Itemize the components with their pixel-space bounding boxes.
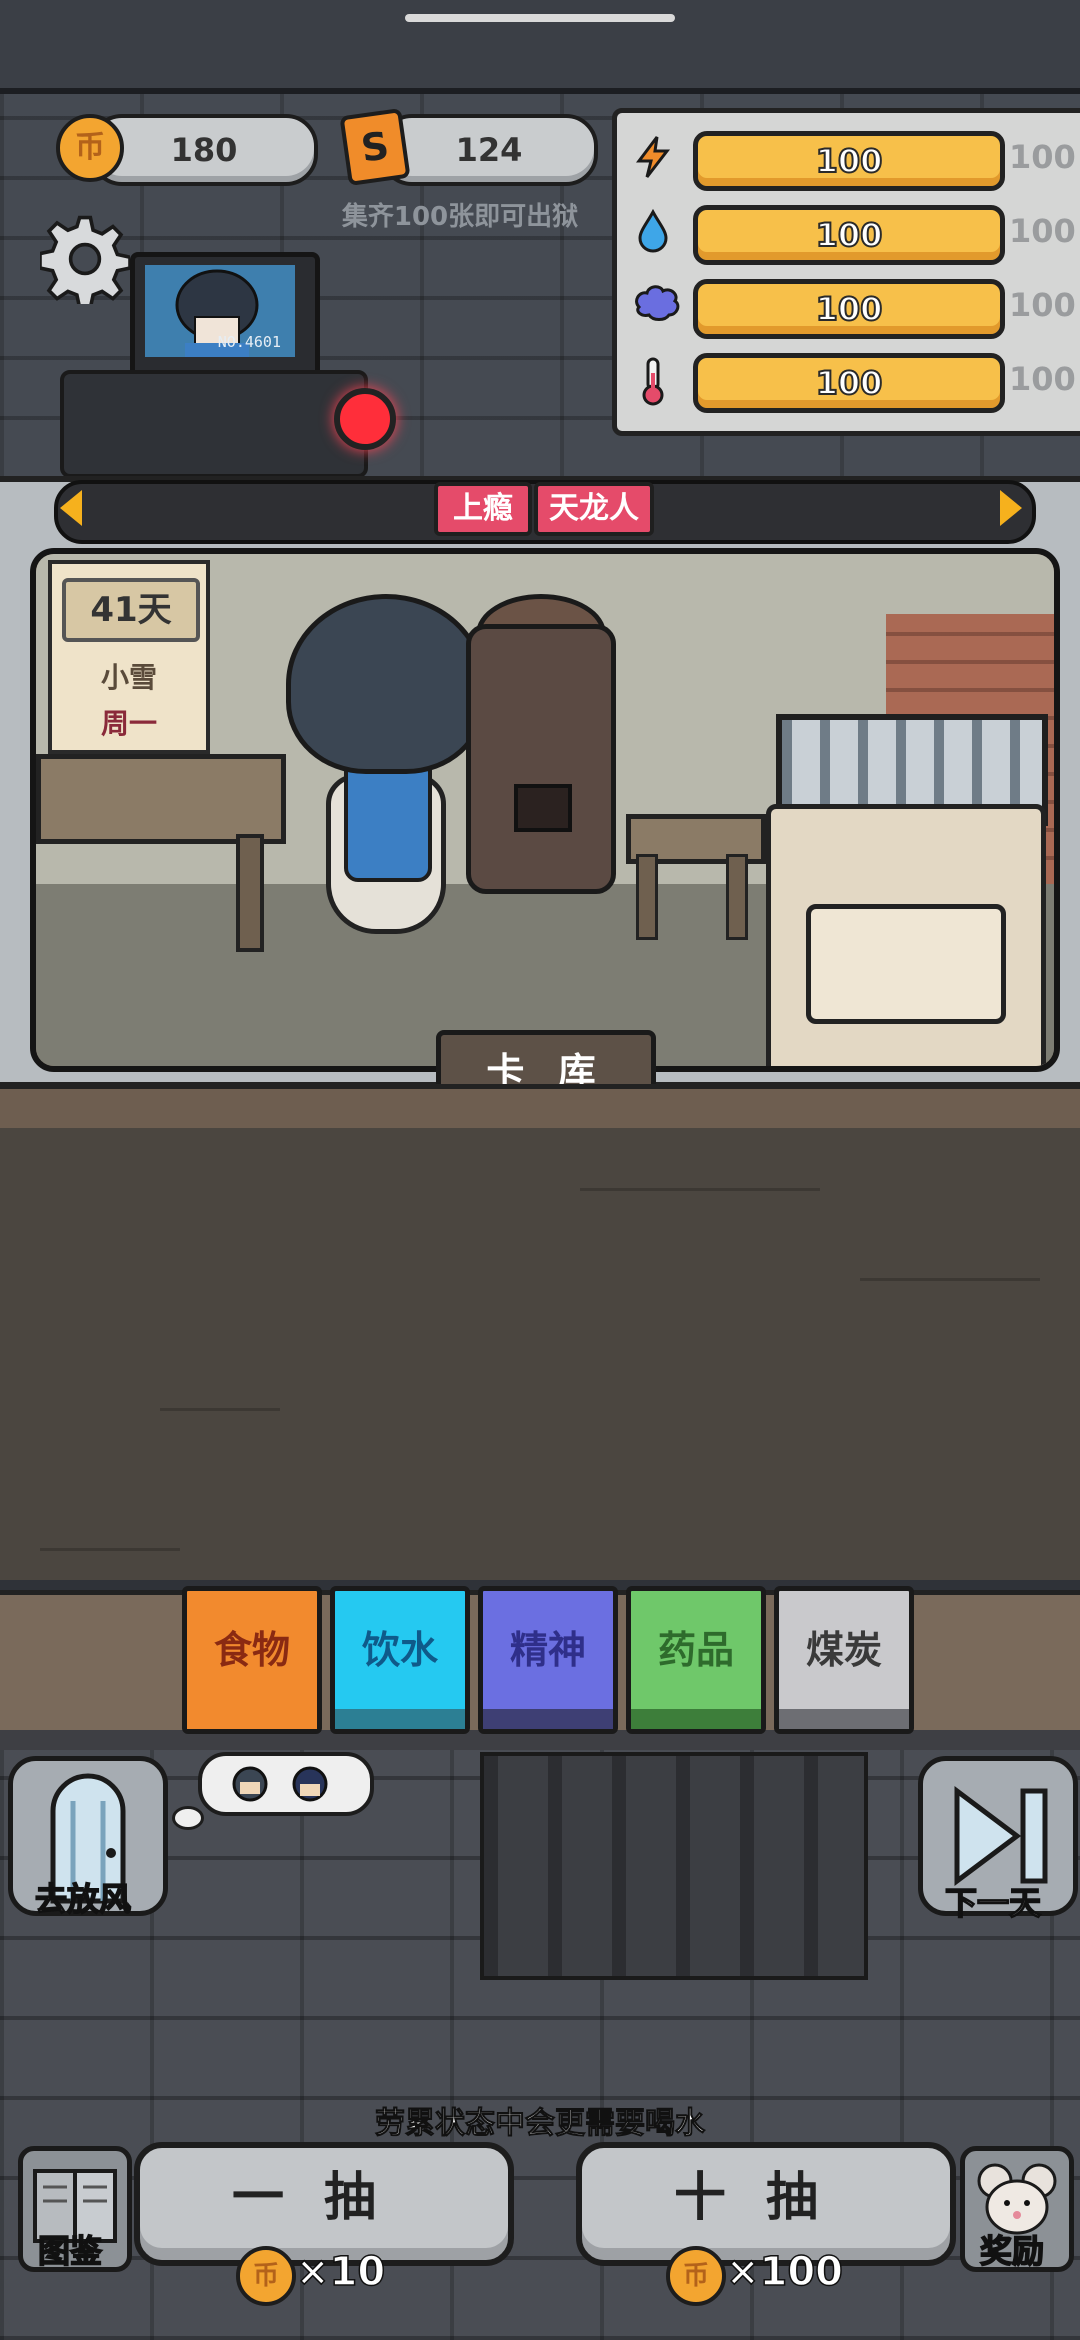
thought-bubble xyxy=(198,1752,374,1816)
water-value: 100 xyxy=(815,215,884,255)
category-label: 药品 xyxy=(657,1628,734,1672)
go-out-label: 去放风 xyxy=(34,1879,132,1919)
water-bar: 100 xyxy=(693,205,1005,265)
water-max: 100 xyxy=(1009,212,1076,250)
floor-grate xyxy=(480,1752,868,1980)
card-count-icon: S xyxy=(339,108,411,186)
collect-hint: 集齐100张即可出狱 xyxy=(341,202,579,232)
brain-icon xyxy=(631,283,680,327)
temperature-bar: 100 xyxy=(693,353,1005,413)
coin-value: 180 xyxy=(170,131,238,169)
category-label: 饮水 xyxy=(361,1628,438,1672)
energy-value: 100 xyxy=(815,141,884,181)
wood-grain xyxy=(860,1278,1040,1281)
category-tab-water[interactable]: 饮水 xyxy=(330,1586,470,1734)
calendar: 41天 小雪 周一 xyxy=(48,560,210,754)
coin-icon: 币 xyxy=(56,114,124,182)
stat-row-mind: 100 100 xyxy=(617,275,1080,339)
draw-ten-cost: ×100 xyxy=(725,2248,844,2296)
card-storage-area xyxy=(0,1128,1080,1580)
energy-bar: 100 xyxy=(693,131,1005,191)
prisoner-id: NO.4601 xyxy=(217,333,281,351)
card-value: 124 xyxy=(455,131,523,169)
stool-leg xyxy=(726,854,748,940)
day-count: 41天 xyxy=(90,590,172,630)
prison-cell-scene: 41天 小雪 周一 xyxy=(30,548,1060,1072)
wood-grain xyxy=(40,1548,180,1551)
draw-one-cost: ×10 xyxy=(295,2248,386,2296)
wood-grain xyxy=(160,1408,280,1411)
mind-max: 100 xyxy=(1009,286,1076,324)
category-shelf xyxy=(779,1709,909,1729)
mind-bar: 100 xyxy=(693,279,1005,339)
energy-max: 100 xyxy=(1009,138,1076,176)
coal-stove[interactable] xyxy=(466,624,616,894)
wooden-table xyxy=(36,754,286,844)
mind-value: 100 xyxy=(815,289,884,329)
next-arrow-icon[interactable] xyxy=(1000,490,1022,526)
next-day-label: 下一天 xyxy=(944,1883,1042,1923)
stat-row-energy: 100 100 xyxy=(617,127,1080,191)
coin-counter: 180 xyxy=(90,114,318,186)
catalog-label: 图鉴 xyxy=(37,2231,103,2271)
water-icon xyxy=(631,208,675,253)
stove-firebox xyxy=(514,784,572,832)
temperature-max: 100 xyxy=(1009,360,1076,398)
monitor: NO.4601 xyxy=(130,252,320,380)
coin-icon: 币 xyxy=(666,2246,726,2306)
status-tag-celestial[interactable]: 天龙人 xyxy=(534,482,654,536)
stats-panel: 100 100 100 100 100 100 100 100 xyxy=(612,108,1080,436)
gear-icon[interactable] xyxy=(40,214,130,304)
category-shelf xyxy=(631,1709,761,1729)
weekday-label: 周一 xyxy=(100,707,157,740)
stat-row-temperature: 100 100 xyxy=(617,349,1080,413)
category-label: 食物 xyxy=(213,1628,290,1672)
category-shelf xyxy=(187,1709,317,1729)
reward-label: 奖励 xyxy=(979,2231,1045,2271)
prisoner-hair xyxy=(286,594,486,774)
stool-leg xyxy=(636,854,658,940)
coin-icon: 币 xyxy=(236,2246,296,2306)
console-machine xyxy=(60,370,368,478)
weather-label: 小雪 xyxy=(100,661,157,694)
temperature-value: 100 xyxy=(815,363,884,403)
prisoner-character[interactable] xyxy=(286,594,486,794)
tip-text: 劳累状态中会更需要喝水 xyxy=(375,2106,706,2142)
category-label: 煤炭 xyxy=(805,1628,882,1672)
category-shelf xyxy=(335,1709,465,1729)
card-counter: 124 xyxy=(380,114,598,186)
day-counter-box: 41天 xyxy=(62,578,200,642)
category-tab-spirit[interactable]: 精神 xyxy=(478,1586,618,1734)
alarm-light-icon xyxy=(334,388,396,450)
category-tab-medicine[interactable]: 药品 xyxy=(626,1586,766,1734)
previous-arrow-icon[interactable] xyxy=(60,490,82,526)
thermometer-icon xyxy=(631,357,675,406)
category-tab-coal[interactable]: 煤炭 xyxy=(774,1586,914,1734)
monitor-screen: NO.4601 xyxy=(145,265,295,357)
table-leg xyxy=(236,834,264,952)
thought-bubble-tail xyxy=(172,1806,204,1830)
category-tab-food[interactable]: 食物 xyxy=(182,1586,322,1734)
visitor-faces-icon xyxy=(232,1766,328,1802)
home-indicator xyxy=(405,14,675,22)
pillow xyxy=(806,904,1006,1024)
status-tag-addicted[interactable]: 上瘾 xyxy=(434,482,532,536)
energy-icon xyxy=(631,135,675,179)
category-shelf xyxy=(483,1709,613,1729)
wood-grain xyxy=(580,1188,820,1191)
stat-row-water: 100 100 xyxy=(617,201,1080,265)
category-label: 精神 xyxy=(509,1628,586,1672)
